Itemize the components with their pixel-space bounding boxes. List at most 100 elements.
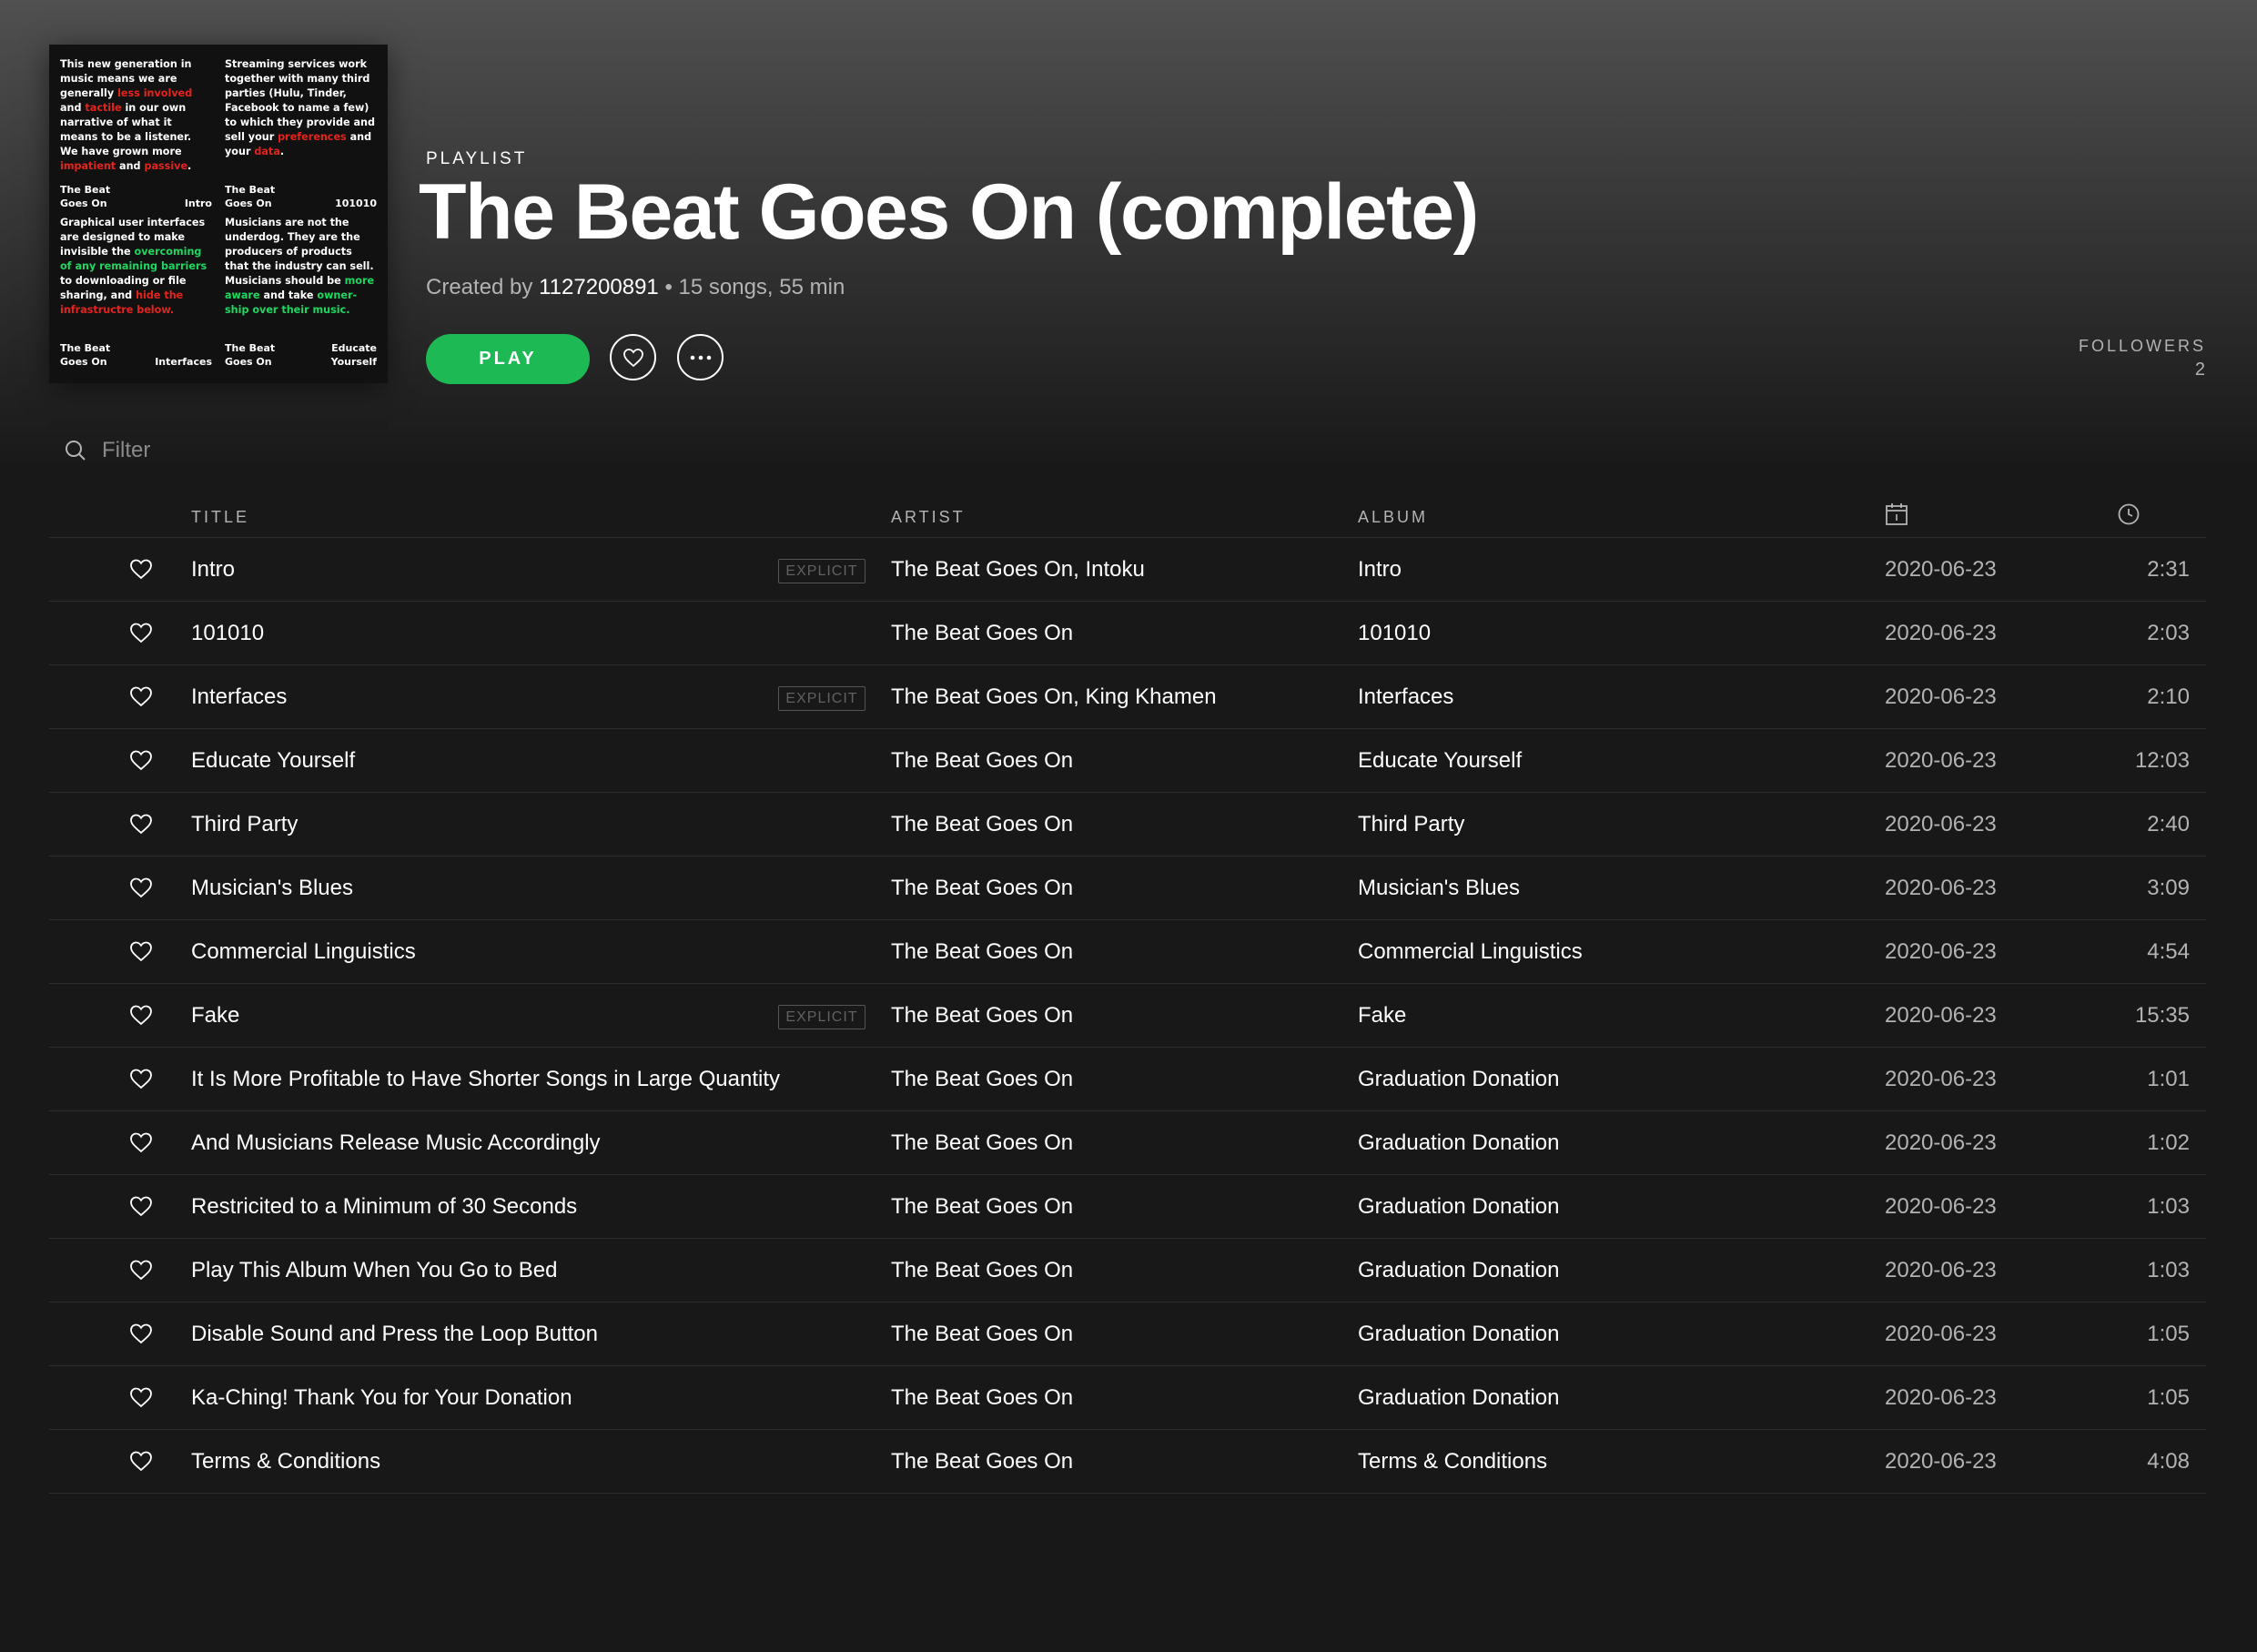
track-album-link[interactable]: Terms & Conditions <box>1358 1430 1547 1493</box>
track-artist-link[interactable]: The Beat Goes On <box>891 856 1073 919</box>
table-row[interactable]: Intro EXPLICIT The Beat Goes On, Intoku Int… <box>49 538 2206 602</box>
cover-caption: Interfaces <box>155 356 212 368</box>
track-album-link[interactable]: Commercial Linguistics <box>1358 920 1583 983</box>
table-row[interactable]: Commercial Linguistics The Beat Goes On Co… <box>49 920 2206 984</box>
heart-icon[interactable] <box>129 685 153 707</box>
track-artist-link[interactable]: The Beat Goes On <box>891 1048 1073 1110</box>
track-date-added: 2020-06-23 <box>1885 1321 1997 1346</box>
track-artist-link[interactable]: The Beat Goes On <box>891 602 1073 664</box>
track-title: And Musicians Release Music Accordingly <box>191 1130 601 1155</box>
track-date-added: 2020-06-23 <box>1885 1066 1997 1091</box>
playlist-summary: • 15 songs, 55 min <box>664 275 845 299</box>
track-title: Terms & Conditions <box>191 1448 381 1474</box>
track-artist-link[interactable]: The Beat Goes On <box>891 984 1073 1047</box>
heart-icon[interactable] <box>129 749 153 771</box>
heart-icon[interactable] <box>129 558 153 580</box>
play-button[interactable]: PLAY <box>426 334 590 384</box>
track-date-added: 2020-06-23 <box>1885 1002 1997 1028</box>
like-playlist-button[interactable] <box>610 334 656 380</box>
table-row[interactable]: Ka-Ching! Thank You for Your Donation The… <box>49 1366 2206 1430</box>
table-row[interactable]: Restricited to a Minimum of 30 Seconds Th… <box>49 1175 2206 1239</box>
heart-icon[interactable] <box>129 1386 153 1408</box>
table-row[interactable]: Educate Yourself The Beat Goes On Educate … <box>49 729 2206 793</box>
track-title: Intro <box>191 556 236 582</box>
track-artist-link[interactable]: The Beat Goes On <box>891 793 1073 856</box>
track-title: 101010 <box>191 620 265 645</box>
heart-icon[interactable] <box>129 1004 153 1026</box>
track-date-added: 2020-06-23 <box>1885 1193 1997 1219</box>
track-duration: 1:05 <box>2147 1384 2190 1410</box>
track-album-link[interactable]: Graduation Donation <box>1358 1302 1559 1365</box>
track-album-link[interactable]: Graduation Donation <box>1358 1111 1559 1174</box>
column-header-title[interactable]: TITLE <box>191 508 249 527</box>
track-date-added: 2020-06-23 <box>1885 1448 1997 1474</box>
track-artist-link[interactable]: The Beat Goes On <box>891 1366 1073 1429</box>
track-artist-link[interactable]: The Beat Goes On <box>891 1175 1073 1238</box>
owner-link[interactable]: 1127200891 <box>539 275 659 299</box>
track-list-header: TITLE ARTIST ALBUM <box>49 492 2206 538</box>
filter-bar <box>64 437 468 464</box>
track-album-link[interactable]: 101010 <box>1358 602 1431 664</box>
track-album-link[interactable]: Graduation Donation <box>1358 1366 1559 1429</box>
table-row[interactable]: And Musicians Release Music Accordingly T… <box>49 1111 2206 1175</box>
table-row[interactable]: Fake EXPLICIT The Beat Goes On Fake 2020-06-… <box>49 984 2206 1048</box>
heart-icon[interactable] <box>129 877 153 898</box>
cover-caption: 101010 <box>335 198 377 209</box>
track-album-link[interactable]: Educate Yourself <box>1358 729 1522 792</box>
track-album-link[interactable]: Third Party <box>1358 793 1464 856</box>
more-options-button[interactable] <box>677 334 724 380</box>
filter-input[interactable] <box>100 437 468 464</box>
track-artist-link[interactable]: The Beat Goes On <box>891 920 1073 983</box>
track-album-link[interactable]: Musician's Blues <box>1358 856 1520 919</box>
track-title: Disable Sound and Press the Loop Button <box>191 1321 598 1346</box>
track-date-added: 2020-06-23 <box>1885 1384 1997 1410</box>
track-artist-link[interactable]: The Beat Goes On <box>891 729 1073 792</box>
cover-text: Musicians are not the underdog. They are… <box>225 217 375 316</box>
heart-icon[interactable] <box>129 1259 153 1281</box>
table-row[interactable]: Terms & Conditions The Beat Goes On Terms … <box>49 1430 2206 1494</box>
track-title: Third Party <box>191 811 299 836</box>
heart-icon[interactable] <box>129 622 153 644</box>
table-row[interactable]: 101010 The Beat Goes On 101010 2020-06-23 2:… <box>49 602 2206 665</box>
heart-icon[interactable] <box>129 1068 153 1090</box>
cover-text: Graphical user interfaces are designed t… <box>60 217 207 316</box>
track-album-link[interactable]: Graduation Donation <box>1358 1239 1559 1302</box>
track-artist-link[interactable]: The Beat Goes On <box>891 1430 1073 1493</box>
track-artist-link[interactable]: The Beat Goes On, King Khamen <box>891 665 1217 728</box>
table-row[interactable]: Play This Album When You Go to Bed The Be… <box>49 1239 2206 1302</box>
column-header-duration[interactable] <box>2117 502 2141 531</box>
track-artist-link[interactable]: The Beat Goes On <box>891 1302 1073 1365</box>
cover-text: Streaming services work together with ma… <box>225 58 375 157</box>
column-header-artist[interactable]: ARTIST <box>891 508 966 527</box>
track-duration: 1:01 <box>2147 1066 2190 1091</box>
track-list: TITLE ARTIST ALBUM Intro EXPLICIT The Beat… <box>49 492 2206 1494</box>
column-header-date-added[interactable] <box>1885 502 1908 531</box>
heart-icon[interactable] <box>129 1323 153 1344</box>
table-row[interactable]: Musician's Blues The Beat Goes On Musician… <box>49 856 2206 920</box>
track-date-added: 2020-06-23 <box>1885 938 1997 964</box>
created-by-label: Created by <box>426 275 533 299</box>
track-duration: 4:08 <box>2147 1448 2190 1474</box>
heart-icon[interactable] <box>129 940 153 962</box>
table-row[interactable]: It Is More Profitable to Have Shorter So… <box>49 1048 2206 1111</box>
track-title: It Is More Profitable to Have Shorter So… <box>191 1066 780 1091</box>
table-row[interactable]: Third Party The Beat Goes On Third Party 20… <box>49 793 2206 856</box>
track-album-link[interactable]: Intro <box>1358 538 1402 601</box>
track-album-link[interactable]: Graduation Donation <box>1358 1175 1559 1238</box>
heart-icon[interactable] <box>129 813 153 835</box>
heart-icon[interactable] <box>129 1131 153 1153</box>
heart-icon[interactable] <box>129 1450 153 1472</box>
table-row[interactable]: Disable Sound and Press the Loop Button T… <box>49 1302 2206 1366</box>
track-artist-link[interactable]: The Beat Goes On <box>891 1111 1073 1174</box>
track-artist-link[interactable]: The Beat Goes On <box>891 1239 1073 1302</box>
explicit-badge: EXPLICIT <box>778 1005 865 1029</box>
track-album-link[interactable]: Fake <box>1358 984 1406 1047</box>
column-header-album[interactable]: ALBUM <box>1358 508 1428 527</box>
search-icon <box>66 441 86 461</box>
track-date-added: 2020-06-23 <box>1885 684 1997 709</box>
track-album-link[interactable]: Graduation Donation <box>1358 1048 1559 1110</box>
heart-icon[interactable] <box>129 1195 153 1217</box>
track-album-link[interactable]: Interfaces <box>1358 665 1453 728</box>
table-row[interactable]: Interfaces EXPLICIT The Beat Goes On, King… <box>49 665 2206 729</box>
track-artist-link[interactable]: The Beat Goes On, Intoku <box>891 538 1145 601</box>
